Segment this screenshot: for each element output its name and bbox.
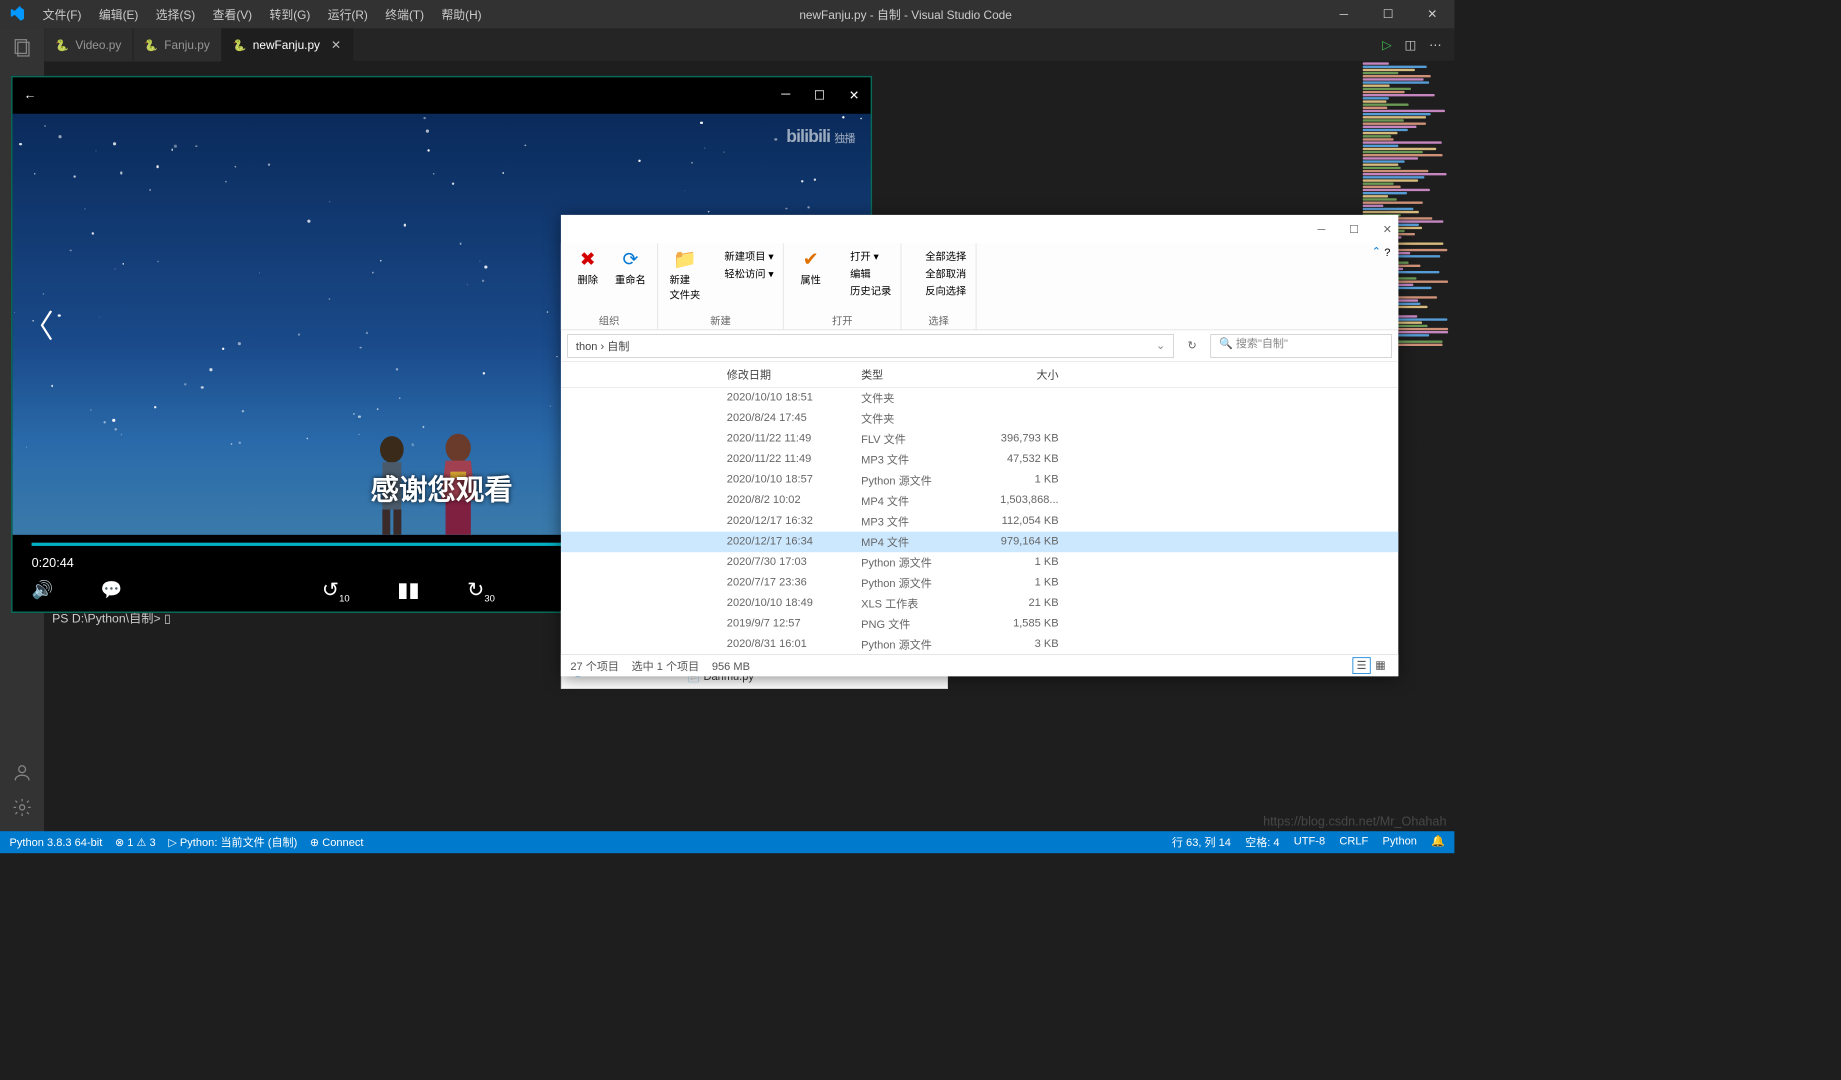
previous-icon[interactable]: 〈 xyxy=(22,301,54,347)
ribbon-item[interactable]: ⟳重命名 xyxy=(613,248,648,311)
tab[interactable]: 🐍Video.py xyxy=(44,28,133,61)
file-row[interactable]: 2020/8/24 17:45文件夹 xyxy=(561,408,1398,429)
status-python[interactable]: Python 3.8.3 64-bit xyxy=(9,836,102,849)
window-title: newFanju.py - 自制 - Visual Studio Code xyxy=(490,6,1322,23)
split-editor-icon[interactable]: ◫ xyxy=(1405,37,1417,53)
ribbon-sub[interactable]: 打开 ▾ xyxy=(836,248,891,263)
menu-item[interactable]: 选择(S) xyxy=(148,3,203,26)
status-line[interactable]: 行 63, 列 14 xyxy=(1172,834,1231,850)
status-connect[interactable]: ⊕ Connect xyxy=(310,835,364,848)
help-icon[interactable]: ? xyxy=(1384,245,1390,258)
menu-item[interactable]: 运行(R) xyxy=(320,3,376,26)
ribbon-sub[interactable]: 历史记录 xyxy=(836,283,891,298)
status-debug[interactable]: ▷ Python: 当前文件 (自制) xyxy=(168,834,297,850)
time-elapsed: 0:20:44 xyxy=(32,557,74,571)
file-row[interactable]: 2020/10/10 18:57Python 源文件1 KB xyxy=(561,470,1398,491)
status-language[interactable]: Python xyxy=(1382,834,1416,850)
ribbon-sub[interactable]: 轻松访问 ▾ xyxy=(710,265,773,280)
player-minimize-icon[interactable]: ─ xyxy=(781,88,790,104)
back-arrow-icon[interactable]: ← xyxy=(24,88,37,102)
player-close-icon[interactable]: ✕ xyxy=(849,88,860,104)
watermark: https://blog.csdn.net/Mr_Ohahah xyxy=(1263,815,1446,829)
minimize-button[interactable]: ─ xyxy=(1322,0,1366,28)
breadcrumb[interactable]: thon › 自制⌄ xyxy=(567,334,1174,358)
tab-bar: 🐍Video.py🐍Fanju.py🐍newFanju.py✕ ▷ ◫ ⋯ xyxy=(44,28,1454,61)
status-bell[interactable]: 🔔 xyxy=(1431,834,1445,850)
maximize-button[interactable]: ☐ xyxy=(1366,0,1410,28)
run-icon[interactable]: ▷ xyxy=(1382,37,1392,53)
caption-icon[interactable]: 💬 xyxy=(101,580,123,601)
file-row[interactable]: 2020/7/30 17:03Python 源文件1 KB xyxy=(561,552,1398,573)
ribbon: ✖删除⟳重命名组织📁新建文件夹新建项目 ▾轻松访问 ▾新建✔属性打开 ▾编辑历史… xyxy=(561,243,1398,330)
status-encoding[interactable]: UTF-8 xyxy=(1294,834,1325,850)
status-spaces[interactable]: 空格: 4 xyxy=(1245,834,1279,850)
file-row[interactable]: 2019/9/7 12:57PNG 文件1,585 KB xyxy=(561,614,1398,635)
file-row[interactable]: 2020/8/2 10:02MP4 文件1,503,868... xyxy=(561,491,1398,512)
file-row[interactable]: 2020/11/22 11:49MP3 文件47,532 KB xyxy=(561,450,1398,471)
tab[interactable]: 🐍Fanju.py xyxy=(133,28,221,61)
status-bar: Python 3.8.3 64-bit ⊗ 1 ⚠ 3 ▷ Python: 当前… xyxy=(0,831,1454,853)
menu-item[interactable]: 帮助(H) xyxy=(434,3,490,26)
volume-icon[interactable]: 🔊 xyxy=(32,580,54,601)
ribbon-sub[interactable]: 全部选择 xyxy=(911,248,966,263)
file-list: 修改日期 类型 大小 2020/10/10 18:51文件夹2020/8/24 … xyxy=(561,362,1398,654)
explorer-status: 27 个项目 选中 1 个项目 956 MB ☰ ▦ xyxy=(561,654,1398,676)
file-row[interactable]: 2020/8/31 16:01Python 源文件3 KB xyxy=(561,634,1398,654)
menu-bar: 文件(F)编辑(E)选择(S)查看(V)转到(G)运行(R)终端(T)帮助(H) xyxy=(35,3,490,26)
python-icon: 🐍 xyxy=(144,38,158,51)
refresh-icon[interactable]: ↻ xyxy=(1180,334,1204,358)
forward-icon[interactable]: ↻30 xyxy=(467,577,495,603)
ribbon-sub[interactable]: 全部取消 xyxy=(911,265,966,280)
file-row[interactable]: 2020/10/10 18:51文件夹 xyxy=(561,388,1398,409)
menu-item[interactable]: 转到(G) xyxy=(262,3,319,26)
titlebar: 文件(F)编辑(E)选择(S)查看(V)转到(G)运行(R)终端(T)帮助(H)… xyxy=(0,0,1454,28)
file-row[interactable]: 2020/10/10 18:49XLS 工作表21 KB xyxy=(561,593,1398,614)
pause-icon[interactable]: ▮▮ xyxy=(397,577,420,603)
player-maximize-icon[interactable]: ☐ xyxy=(814,88,825,104)
brand-watermark: bilibili 独播 xyxy=(786,126,854,147)
status-problems[interactable]: ⊗ 1 ⚠ 3 xyxy=(115,835,156,848)
python-icon: 🐍 xyxy=(55,38,69,51)
explorer-icon[interactable] xyxy=(11,36,33,58)
view-large-icon[interactable]: ▦ xyxy=(1372,657,1389,674)
vscode-logo-icon xyxy=(0,0,35,28)
ribbon-sub[interactable]: 新建项目 ▾ xyxy=(710,248,773,263)
python-icon: 🐍 xyxy=(233,38,247,51)
subtitle: 感谢您观看 xyxy=(371,467,513,508)
settings-gear-icon[interactable] xyxy=(11,796,33,818)
file-row[interactable]: 2020/12/17 16:32MP3 文件112,054 KB xyxy=(561,511,1398,532)
account-icon[interactable] xyxy=(11,762,33,784)
ribbon-item[interactable]: ✖删除 xyxy=(570,248,605,311)
menu-item[interactable]: 编辑(E) xyxy=(91,3,146,26)
close-tab-icon[interactable]: ✕ xyxy=(331,38,341,52)
file-row[interactable]: 2020/11/22 11:49FLV 文件396,793 KB xyxy=(561,429,1398,450)
ribbon-item[interactable]: 📁新建文件夹 xyxy=(668,248,703,311)
status-eol[interactable]: CRLF xyxy=(1339,834,1368,850)
header-type[interactable]: 类型 xyxy=(861,367,980,383)
close-button[interactable]: ✕ xyxy=(1410,0,1454,28)
file-explorer-window: ─ ☐ ✕ ⌃ ? ✖删除⟳重命名组织📁新建文件夹新建项目 ▾轻松访问 ▾新建✔… xyxy=(561,215,1398,676)
rewind-icon[interactable]: ↺10 xyxy=(322,577,350,603)
menu-item[interactable]: 查看(V) xyxy=(205,3,260,26)
explorer-minimize-icon[interactable]: ─ xyxy=(1318,223,1326,236)
explorer-maximize-icon[interactable]: ☐ xyxy=(1349,222,1359,235)
more-icon[interactable]: ⋯ xyxy=(1429,37,1442,53)
ribbon-sub[interactable]: 反向选择 xyxy=(911,283,966,298)
ribbon-collapse-icon[interactable]: ⌃ xyxy=(1372,245,1381,258)
menu-item[interactable]: 终端(T) xyxy=(377,3,432,26)
ribbon-sub[interactable]: 编辑 xyxy=(836,265,891,280)
ribbon-item[interactable]: ✔属性 xyxy=(793,248,828,311)
file-row[interactable]: 2020/12/17 16:34MP4 文件979,164 KB xyxy=(561,532,1398,553)
tab[interactable]: 🐍newFanju.py✕ xyxy=(222,28,353,61)
header-date[interactable]: 修改日期 xyxy=(727,367,861,383)
header-size[interactable]: 大小 xyxy=(980,367,1059,383)
menu-item[interactable]: 文件(F) xyxy=(35,3,90,26)
view-details-icon[interactable]: ☰ xyxy=(1353,657,1371,674)
explorer-close-icon[interactable]: ✕ xyxy=(1383,222,1392,235)
file-row[interactable]: 2020/7/17 23:36Python 源文件1 KB xyxy=(561,573,1398,594)
search-input[interactable]: 🔍 搜索"自制" xyxy=(1210,334,1392,358)
